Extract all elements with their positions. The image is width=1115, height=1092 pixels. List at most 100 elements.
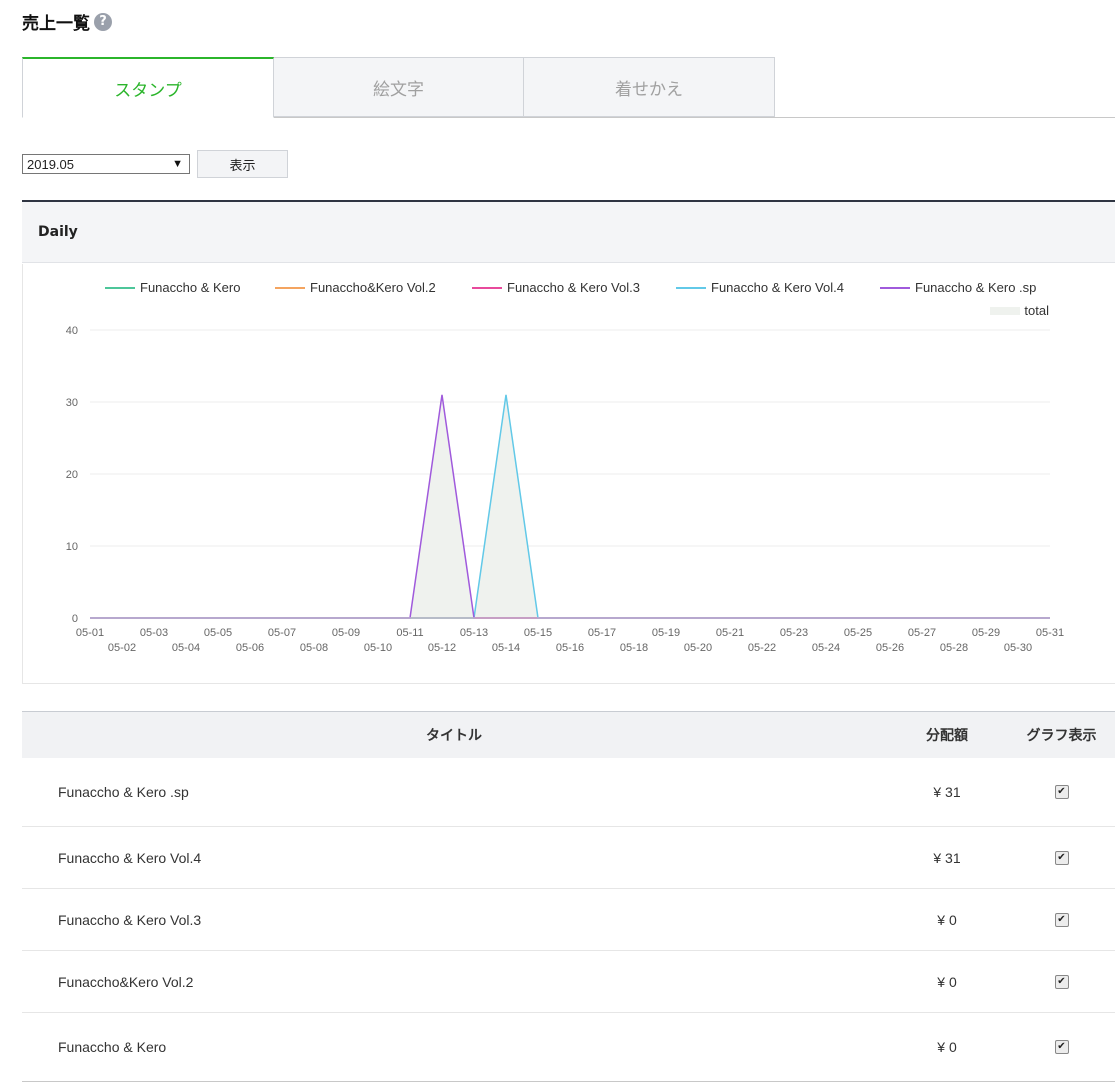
legend-item[interactable]: Funaccho & Kero .sp: [880, 280, 1036, 295]
x-tick-label: 05-29: [972, 627, 1000, 639]
row-amount: ¥ 0: [937, 911, 957, 928]
legend-item[interactable]: Funaccho & Kero Vol.4: [676, 280, 844, 295]
month-select[interactable]: 2019.05 ▼: [22, 154, 190, 174]
x-tick-label: 05-23: [780, 627, 808, 639]
total-area: [90, 394, 1050, 619]
row-amount: ¥ 31: [933, 849, 961, 866]
graph-checkbox[interactable]: ✔: [1054, 1040, 1069, 1054]
month-select-value: 2019.05: [27, 156, 74, 172]
legend-item[interactable]: Funaccho&Kero Vol.2: [275, 280, 436, 295]
x-tick-label: 05-18: [620, 642, 648, 654]
row-amount: ¥ 0: [937, 1039, 957, 1055]
x-tick-label: 05-28: [940, 642, 968, 654]
x-tick-label: 05-16: [556, 642, 584, 654]
x-tick-label: 05-14: [492, 642, 520, 654]
legend-item[interactable]: Funaccho & Kero: [105, 280, 240, 295]
x-tick-label: 05-24: [812, 642, 840, 654]
row-title: Funaccho & Kero Vol.3: [58, 911, 202, 928]
series-line: [90, 394, 1050, 619]
row-amount: ¥ 0: [937, 973, 957, 990]
tab-stamp[interactable]: スタンプ: [22, 57, 274, 118]
sales-table: タイトル 分配額 グラフ表示 Funaccho & Kero .sp ¥ 31 …: [22, 711, 1115, 1082]
x-tick-label: 05-04: [172, 642, 200, 654]
page-title-text: 売上一覧: [22, 14, 90, 34]
x-tick-label: 05-09: [332, 627, 360, 639]
row-title: Funaccho&Kero Vol.2: [58, 973, 194, 990]
y-tick-label: 10: [66, 541, 78, 553]
table-row: Funaccho & Kero Vol.4 ¥ 31 ✔: [22, 827, 1115, 889]
dropdown-arrow-icon: ▼: [172, 158, 183, 170]
question-circle-icon[interactable]: ?: [94, 12, 112, 31]
graph-checkbox[interactable]: ✔: [1054, 850, 1069, 865]
legend-label: total: [1024, 303, 1049, 318]
legend-label: Funaccho & Kero: [140, 280, 241, 295]
legend-swatch: [880, 286, 910, 289]
x-tick-label: 05-15: [524, 627, 552, 639]
x-tick-label: 05-10: [364, 642, 392, 654]
column-header-amount: 分配額: [926, 728, 968, 744]
page-title: 売上一覧 ?: [22, 9, 112, 34]
graph-checkbox[interactable]: ✔: [1054, 785, 1069, 799]
x-tick-label: 05-06: [236, 642, 264, 654]
x-tick-label: 05-17: [588, 627, 616, 639]
row-title: Funaccho & Kero: [58, 1039, 167, 1055]
x-tick-label: 05-31: [1036, 627, 1064, 639]
x-tick-label: 05-03: [140, 627, 168, 639]
x-tick-label: 05-19: [652, 627, 680, 639]
legend-swatch: [990, 306, 1021, 315]
x-tick-label: 05-30: [1004, 642, 1032, 654]
graph-checkbox[interactable]: ✔: [1054, 974, 1069, 989]
legend-label: Funaccho & Kero .sp: [915, 280, 1037, 295]
y-tick-label: 0: [72, 613, 78, 625]
legend-item-total[interactable]: total: [990, 303, 1049, 318]
legend-swatch: [105, 286, 135, 289]
x-tick-label: 05-08: [300, 642, 328, 654]
show-button[interactable]: 表示: [197, 150, 288, 178]
legend-swatch: [275, 286, 305, 289]
x-tick-label: 05-02: [108, 642, 136, 654]
x-tick-label: 05-20: [684, 642, 712, 654]
daily-panel: Daily 0 10 20 30 40 05-01 05-02 05-03 05-04 05-05…: [22, 200, 1115, 684]
x-tick-label: 05-07: [268, 627, 296, 639]
legend-item[interactable]: Funaccho & Kero Vol.3: [472, 280, 640, 295]
x-tick-label: 05-27: [908, 627, 936, 639]
x-tick-label: 05-01: [76, 627, 104, 639]
table-header: タイトル 分配額 グラフ表示: [22, 711, 1115, 758]
x-tick-label: 05-21: [716, 627, 744, 639]
series-line: [90, 394, 1050, 619]
x-tick-label: 05-26: [876, 642, 904, 654]
table-row: Funaccho & Kero .sp ¥ 31 ✔: [22, 758, 1115, 827]
category-tabs: スタンプ 絵文字 着せかえ: [22, 57, 1115, 118]
legend-label: Funaccho & Kero Vol.4: [711, 280, 844, 295]
table-row: Funaccho & Kero Vol.3 ¥ 0 ✔: [22, 889, 1115, 951]
x-tick-label: 05-12: [428, 642, 456, 654]
table-row: Funaccho&Kero Vol.2 ¥ 0 ✔: [22, 951, 1115, 1013]
tab-theme[interactable]: 着せかえ: [523, 57, 775, 117]
column-header-title: タイトル: [426, 728, 482, 744]
x-tick-label: 05-11: [396, 627, 423, 639]
legend-swatch: [676, 286, 706, 289]
row-title: Funaccho & Kero .sp: [58, 784, 189, 800]
tab-emoji[interactable]: 絵文字: [273, 57, 524, 117]
legend-label: Funaccho&Kero Vol.2: [310, 280, 436, 295]
x-tick-label: 05-05: [204, 627, 232, 639]
daily-chart: 0 10 20 30 40 05-01 05-02 05-03 05-04 05-05 05-06 0…: [22, 264, 1115, 684]
graph-checkbox[interactable]: ✔: [1054, 912, 1069, 927]
chart-canvas: 0 10 20 30 40 05-01 05-02 05-03 05-04 05-05 05-06 0…: [66, 325, 1064, 654]
row-title: Funaccho & Kero Vol.4: [58, 849, 202, 866]
y-tick-label: 20: [66, 469, 78, 481]
tab-theme-label: 着せかえ: [615, 79, 683, 100]
y-tick-label: 40: [66, 325, 78, 337]
column-header-graph: グラフ表示: [1026, 728, 1097, 744]
tab-stamp-label: スタンプ: [114, 80, 182, 101]
row-amount: ¥ 31: [933, 784, 961, 800]
x-tick-label: 05-13: [460, 627, 488, 639]
x-tick-label: 05-25: [844, 627, 872, 639]
legend-swatch: [472, 286, 502, 289]
table-row: Funaccho & Kero ¥ 0 ✔: [22, 1013, 1115, 1082]
x-tick-label: 05-22: [748, 642, 776, 654]
tab-emoji-label: 絵文字: [373, 79, 424, 100]
legend-label: Funaccho & Kero Vol.3: [507, 280, 640, 295]
daily-header: Daily: [22, 202, 1115, 263]
y-tick-label: 30: [66, 397, 78, 409]
